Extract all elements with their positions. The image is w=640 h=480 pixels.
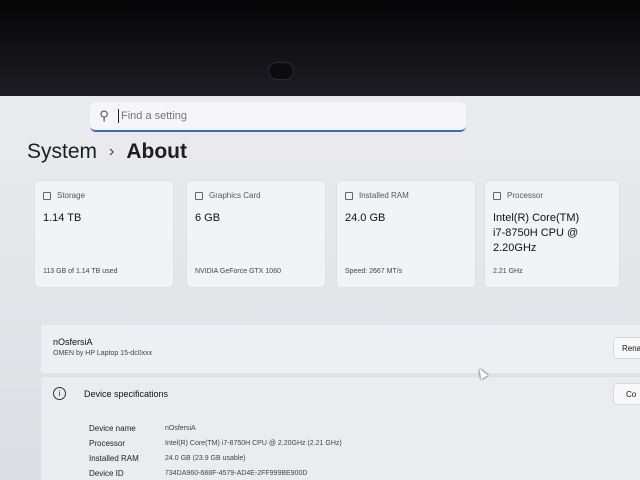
processor-value: Intel(R) Core(TM) i7-8750H CPU @ 2.20GHz (493, 212, 580, 254)
spec-key: Installed RAM (89, 454, 139, 463)
graphics-value: 6 GB (195, 212, 221, 224)
processor-card-title: Processor (493, 191, 543, 200)
chevron-right-icon: › (109, 143, 115, 160)
spec-row: Device ID 734DA960-688F-4579-AD4E-2FF999… (89, 466, 342, 480)
copy-button[interactable]: Co (613, 383, 640, 405)
spec-value: nOsfersiA (165, 425, 196, 432)
device-specifications-title: Device specifications (84, 388, 169, 399)
storage-icon (43, 191, 51, 200)
device-model: OMEN by HP Laptop 15-dc0xxx (53, 350, 153, 357)
text-caret (118, 109, 119, 123)
graphics-card-title: Graphics Card (195, 191, 261, 200)
spec-row: Installed RAM 24.0 GB (23.9 GB usable) (89, 451, 342, 466)
ram-value: 24.0 GB (345, 212, 386, 224)
processor-icon (493, 191, 501, 200)
storage-title-label: Storage (57, 191, 86, 200)
processor-speed: 2.21 GHz (493, 268, 523, 275)
search-box[interactable]: ⚲ (90, 102, 466, 132)
storage-value: 1.14 TB (43, 212, 82, 224)
processor-title-label: Processor (507, 191, 544, 200)
spec-row: Device name nOsfersiA (89, 421, 342, 436)
page-title: About (126, 140, 187, 163)
graphics-model: NVIDIA GeForce GTX 1060 (195, 268, 281, 275)
breadcrumb-system[interactable]: System (27, 140, 97, 164)
ram-title-label: Installed RAM (359, 191, 409, 200)
spec-value: Intel(R) Core(TM) i7-8750H CPU @ 2.20GHz… (165, 440, 342, 447)
device-name: nOsfersiA (53, 337, 93, 347)
spec-key: Device name (89, 424, 136, 433)
graphics-title-label: Graphics Card (209, 191, 261, 200)
laptop-bezel (0, 0, 640, 96)
storage-card-title: Storage (43, 191, 85, 200)
spec-value: 24.0 GB (23.9 GB usable) (165, 455, 246, 462)
ram-card[interactable]: Installed RAM 24.0 GB Speed: 2667 MT/s (336, 180, 476, 288)
search-input[interactable] (121, 110, 421, 122)
search-icon: ⚲ (99, 108, 109, 123)
webcam (268, 62, 294, 80)
breadcrumb: System › About (27, 140, 187, 164)
spec-list: Device name nOsfersiA Processor Intel(R)… (89, 421, 342, 480)
spec-value: 734DA960-688F-4579-AD4E-2FF999BE900D (165, 470, 308, 477)
settings-window: ⚲ System › About Storage 1.14 TB 113 GB … (0, 96, 640, 480)
spec-key: Device ID (89, 469, 124, 478)
graphics-card-icon (195, 191, 203, 200)
spec-key: Processor (89, 439, 126, 448)
ram-icon (345, 191, 353, 200)
info-icon: i (53, 387, 66, 400)
storage-usage: 113 GB of 1.14 TB used (43, 268, 118, 275)
ram-speed: Speed: 2667 MT/s (345, 268, 403, 275)
ram-card-title: Installed RAM (345, 191, 409, 200)
spec-row: Processor Intel(R) Core(TM) i7-8750H CPU… (89, 436, 342, 451)
processor-card[interactable]: Processor Intel(R) Core(TM) i7-8750H CPU… (484, 180, 620, 288)
device-specifications-panel: i Device specifications Co Device name n… (40, 376, 640, 480)
device-specifications-header[interactable]: i Device specifications (53, 387, 168, 400)
graphics-card-card[interactable]: Graphics Card 6 GB NVIDIA GeForce GTX 10… (186, 180, 326, 288)
device-name-panel: nOsfersiA OMEN by HP Laptop 15-dc0xxx Re… (40, 324, 640, 374)
storage-card[interactable]: Storage 1.14 TB 113 GB of 1.14 TB used (34, 180, 174, 288)
rename-button[interactable]: Rena (613, 337, 640, 359)
